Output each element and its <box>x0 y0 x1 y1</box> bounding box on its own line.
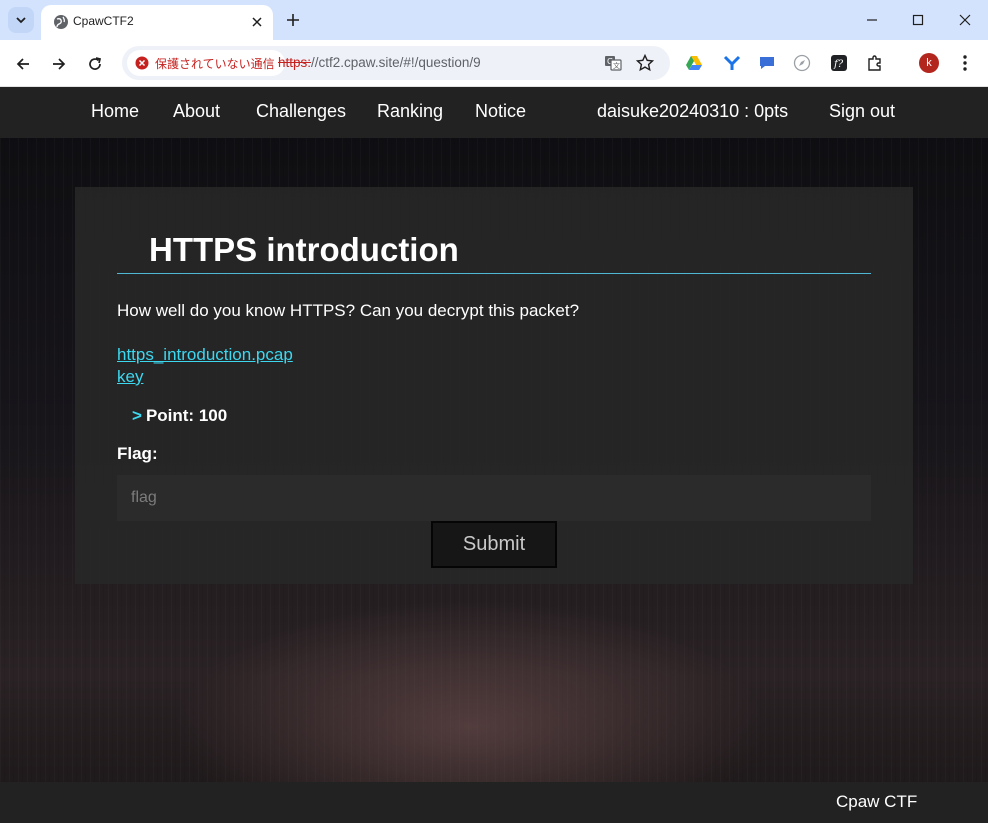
browser-tab[interactable]: CpawCTF2 <box>41 5 273 40</box>
star-icon <box>636 54 654 72</box>
tab-close-button[interactable] <box>247 12 267 32</box>
browser-tab-bar: CpawCTF2 <box>0 0 988 40</box>
y-logo-icon <box>723 55 741 70</box>
question-title: HTTPS introduction <box>149 231 459 268</box>
back-button[interactable] <box>10 51 36 77</box>
chat-bubble-icon <box>760 57 774 69</box>
svg-text:文: 文 <box>613 61 620 70</box>
reload-button[interactable] <box>82 51 108 77</box>
compass-icon <box>793 54 811 72</box>
bookmark-button[interactable] <box>634 52 656 74</box>
close-window-button[interactable] <box>942 6 988 34</box>
chevron-right-icon: > <box>132 406 142 425</box>
flag-label: Flag: <box>117 444 158 463</box>
nav-user-score[interactable]: daisuke20240310 : 0pts <box>597 101 788 122</box>
globe-icon <box>54 15 68 29</box>
chat-extension[interactable] <box>756 52 778 74</box>
nav-about[interactable]: About <box>173 101 220 122</box>
site-navbar: Home About Challenges Ranking Notice dai… <box>0 87 988 138</box>
translate-icon: G文 <box>605 56 622 71</box>
minimize-button[interactable] <box>849 6 895 34</box>
drive-icon <box>686 56 702 70</box>
security-indicator[interactable]: 保護されていない通信 <box>127 50 285 76</box>
question-panel: HTTPS introduction How well do you know … <box>75 187 913 584</box>
nav-home[interactable]: Home <box>91 101 139 122</box>
browser-toolbar: 保護されていない通信 https://ctf2.cpaw.site/#!/que… <box>0 40 988 87</box>
close-window-icon <box>959 14 971 26</box>
submit-button[interactable]: Submit <box>431 521 557 568</box>
nav-challenges[interactable]: Challenges <box>256 101 346 122</box>
tab-title: CpawCTF2 <box>73 14 134 28</box>
flag-input[interactable] <box>117 475 871 521</box>
new-tab-button[interactable] <box>282 9 304 31</box>
tab-search-button[interactable] <box>8 7 34 33</box>
translate-button[interactable]: G文 <box>602 52 624 74</box>
forward-button[interactable] <box>46 51 72 77</box>
minimize-icon <box>867 19 877 21</box>
security-label: 保護されていない通信 <box>155 56 275 71</box>
forward-icon <box>53 58 66 70</box>
puzzle-icon <box>868 55 881 71</box>
maximize-button[interactable] <box>895 6 941 34</box>
compass-extension[interactable] <box>791 52 813 74</box>
nav-ranking[interactable]: Ranking <box>377 101 443 122</box>
profile-avatar[interactable]: k <box>919 53 939 73</box>
plus-icon <box>287 14 299 26</box>
kebab-menu-icon <box>963 55 967 71</box>
function-icon: f? <box>831 55 847 71</box>
file-link-key[interactable]: key <box>117 367 143 387</box>
chevron-down-icon <box>16 17 26 24</box>
extensions-button[interactable] <box>864 52 886 74</box>
back-icon <box>16 58 29 70</box>
site-footer: Cpaw CTF <box>0 782 988 823</box>
svg-text:f?: f? <box>833 59 844 70</box>
warning-icon <box>135 56 149 70</box>
nav-sign-out[interactable]: Sign out <box>829 101 895 122</box>
footer-text: Cpaw CTF <box>836 792 918 811</box>
y-extension[interactable] <box>721 52 743 74</box>
function-extension[interactable]: f? <box>828 52 850 74</box>
point-info: > Point: 100 <box>132 406 227 426</box>
url-scheme: https: <box>278 55 312 70</box>
url-text[interactable]: https://ctf2.cpaw.site/#!/question/9 <box>278 55 481 70</box>
page-content: Home About Challenges Ranking Notice dai… <box>0 87 988 823</box>
title-divider <box>117 273 871 274</box>
url-path: //ctf2.cpaw.site/#!/question/9 <box>311 55 481 70</box>
close-icon <box>252 17 262 27</box>
drive-extension[interactable] <box>683 52 705 74</box>
point-value: Point: 100 <box>145 406 228 425</box>
file-link-pcap[interactable]: https_introduction.pcap <box>117 345 293 365</box>
maximize-icon <box>912 14 924 26</box>
question-description: How well do you know HTTPS? Can you decr… <box>117 301 580 320</box>
nav-notice[interactable]: Notice <box>475 101 526 122</box>
browser-menu-button[interactable] <box>954 52 976 74</box>
address-bar[interactable]: 保護されていない通信 https://ctf2.cpaw.site/#!/que… <box>122 46 670 80</box>
reload-icon <box>89 57 102 70</box>
